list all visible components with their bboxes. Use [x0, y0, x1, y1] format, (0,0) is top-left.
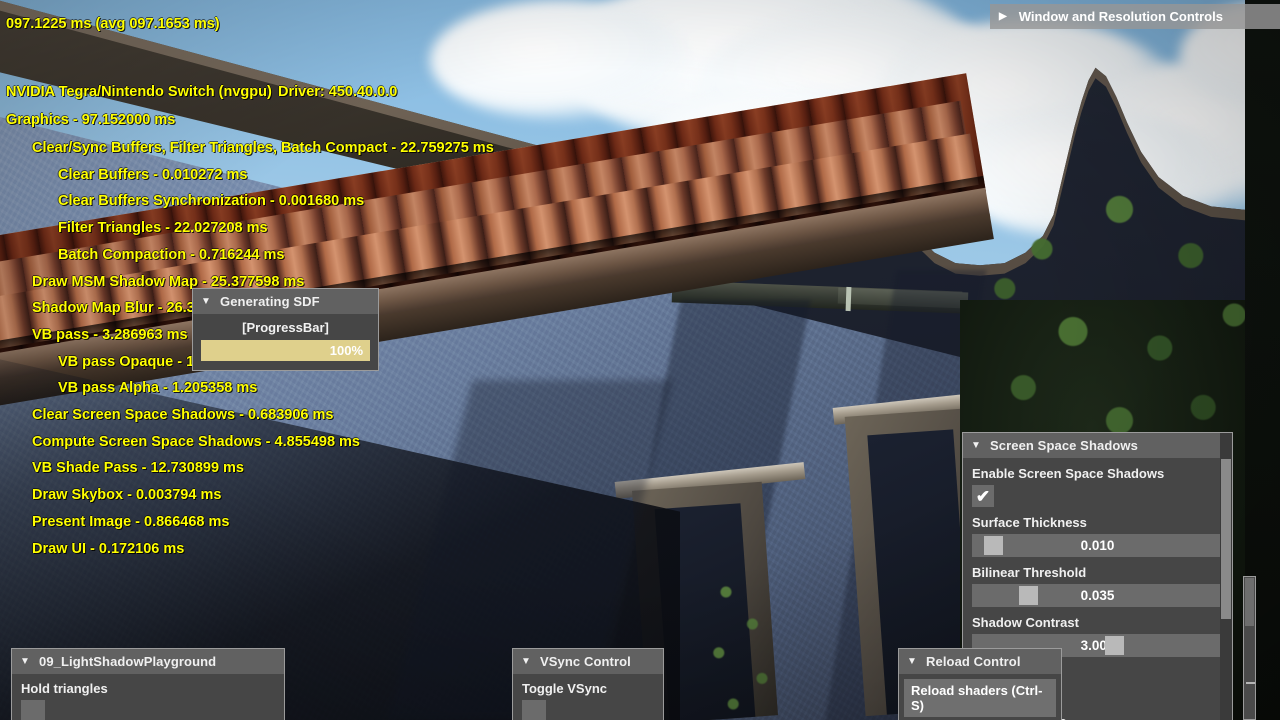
sss-scrollbar-thumb[interactable]: [1221, 459, 1231, 619]
profiler-entry: Clear/Sync Buffers, Filter Triangles, Ba…: [32, 140, 494, 156]
reload-shaders-button[interactable]: Reload shaders (Ctrl-S): [904, 679, 1056, 717]
profiler-entry: VB pass - 3.286963 ms: [32, 326, 188, 343]
enable-sss-label: Enable Screen Space Shadows: [972, 466, 1165, 481]
playground-title: 09_LightShadowPlayground: [39, 654, 217, 669]
hold-triangles-toggle[interactable]: [21, 700, 45, 720]
cloud: [430, 0, 690, 120]
screen-space-shadows-title: Screen Space Shadows: [990, 438, 1138, 453]
profiler-entry: Batch Compaction - 0.716244 ms: [58, 246, 285, 263]
sss-slider-value: 0.035: [1080, 588, 1115, 603]
sss-slider-label: Surface Thickness: [972, 515, 1087, 530]
right-edge-scrollbar-tick: [1246, 682, 1255, 684]
profiler-frame-time: 097.1225 ms (avg 097.1653 ms): [6, 16, 220, 32]
sss-slider-handle[interactable]: [1019, 586, 1039, 605]
toggle-vsync-button[interactable]: [522, 700, 546, 720]
profiler-entry: Draw Skybox - 0.003794 ms: [32, 487, 222, 504]
profiler-entry: Draw MSM Shadow Map - 25.377598 ms: [32, 273, 305, 290]
triangle-down-icon[interactable]: ▼: [521, 656, 531, 667]
playground-header[interactable]: ▼ 09_LightShadowPlayground: [12, 649, 284, 674]
vine-foliage: [690, 560, 810, 720]
triangle-right-icon: ▶: [999, 10, 1007, 22]
triangle-down-icon[interactable]: ▼: [907, 656, 917, 667]
sdf-progress-bar: 100%: [201, 340, 370, 361]
profiler-entry: VB Shade Pass - 12.730899 ms: [32, 460, 244, 477]
enable-sss-checkbox[interactable]: ✔: [972, 485, 994, 507]
vsync-body: Toggle VSync: [513, 674, 663, 720]
sdf-progress-value: 100%: [329, 343, 363, 358]
app-root: 097.1225 ms (avg 097.1653 ms) NVIDIA Teg…: [0, 0, 1280, 720]
reload-control-title: Reload Control: [926, 654, 1021, 669]
vsync-control-panel[interactable]: ▼ VSync Control Toggle VSync: [512, 648, 664, 720]
sss-slider[interactable]: 0.010: [972, 534, 1223, 557]
profiler-entry: Clear Buffers - 0.010272 ms: [58, 166, 248, 183]
profiler-entry: Present Image - 0.866468 ms: [32, 513, 230, 530]
generating-sdf-dialog[interactable]: ▼ Generating SDF [ProgressBar] 100%: [192, 288, 379, 371]
reload-control-panel[interactable]: ▼ Reload Control Reload shaders (Ctrl-S): [898, 648, 1062, 720]
profiler-entry: VB pass Opaque - 1.0: [58, 353, 207, 370]
window-and-resolution-controls-header[interactable]: ▶ Window and Resolution Controls: [990, 4, 1280, 29]
sss-slider-handle[interactable]: [1104, 636, 1124, 655]
sss-slider-group: Surface Thickness 0.010 Bilinear Threshold…: [972, 515, 1223, 657]
window-and-resolution-controls-title: Window and Resolution Controls: [1018, 9, 1223, 24]
generating-sdf-header[interactable]: ▼ Generating SDF: [193, 289, 378, 314]
sss-slider-handle[interactable]: [984, 536, 1004, 555]
sss-slider-value: 0.010: [1080, 538, 1115, 553]
progressbar-label: [ProgressBar]: [242, 320, 329, 335]
triangle-down-icon[interactable]: ▼: [201, 296, 211, 307]
profiler-entry: Shadow Map Blur - 26.38: [32, 300, 203, 317]
sss-slider-label: Shadow Contrast: [972, 615, 1079, 630]
profiler-entry: Draw UI - 0.172106 ms: [32, 540, 185, 557]
generating-sdf-body: [ProgressBar] 100%: [193, 314, 378, 370]
sss-scrollbar-track[interactable]: [1220, 433, 1232, 720]
triangle-down-icon[interactable]: ▼: [20, 656, 30, 667]
light-shadow-playground-panel[interactable]: ▼ 09_LightShadowPlayground Hold triangle…: [11, 648, 285, 720]
triangle-down-icon[interactable]: ▼: [971, 440, 981, 451]
profiler-entry: Compute Screen Space Shadows - 4.855498 …: [32, 433, 360, 450]
profiler-gpu-name: NVIDIA Tegra/Nintendo Switch (nvgpu): [6, 84, 272, 100]
profiler-entry: VB pass Alpha - 1.205358 ms: [58, 380, 258, 397]
profiler-root-node: Graphics - 97.152000 ms: [6, 112, 176, 128]
vsync-title: VSync Control: [540, 654, 631, 669]
sss-slider[interactable]: 0.035: [972, 584, 1223, 607]
reload-control-header[interactable]: ▼ Reload Control: [899, 649, 1061, 674]
hold-triangles-label: Hold triangles: [21, 681, 108, 696]
vsync-header[interactable]: ▼ VSync Control: [513, 649, 663, 674]
toggle-vsync-label: Toggle VSync: [522, 681, 607, 696]
profiler-driver: Driver: 450.40.0.0: [278, 84, 398, 100]
right-edge-scrollbar-thumb[interactable]: [1245, 578, 1254, 626]
profiler-entry: Filter Triangles - 22.027208 ms: [58, 220, 268, 237]
reload-control-body: Reload shaders (Ctrl-S): [899, 674, 1061, 720]
generating-sdf-title: Generating SDF: [220, 294, 320, 309]
check-icon: ✔: [975, 486, 991, 506]
playground-body: Hold triangles: [12, 674, 284, 720]
profiler-entry: Clear Screen Space Shadows - 0.683906 ms: [32, 407, 334, 423]
profiler-entry: Clear Buffers Synchronization - 0.001680…: [58, 193, 365, 210]
sss-slider-label: Bilinear Threshold: [972, 565, 1087, 580]
screen-space-shadows-header[interactable]: ▼ Screen Space Shadows: [963, 433, 1232, 458]
